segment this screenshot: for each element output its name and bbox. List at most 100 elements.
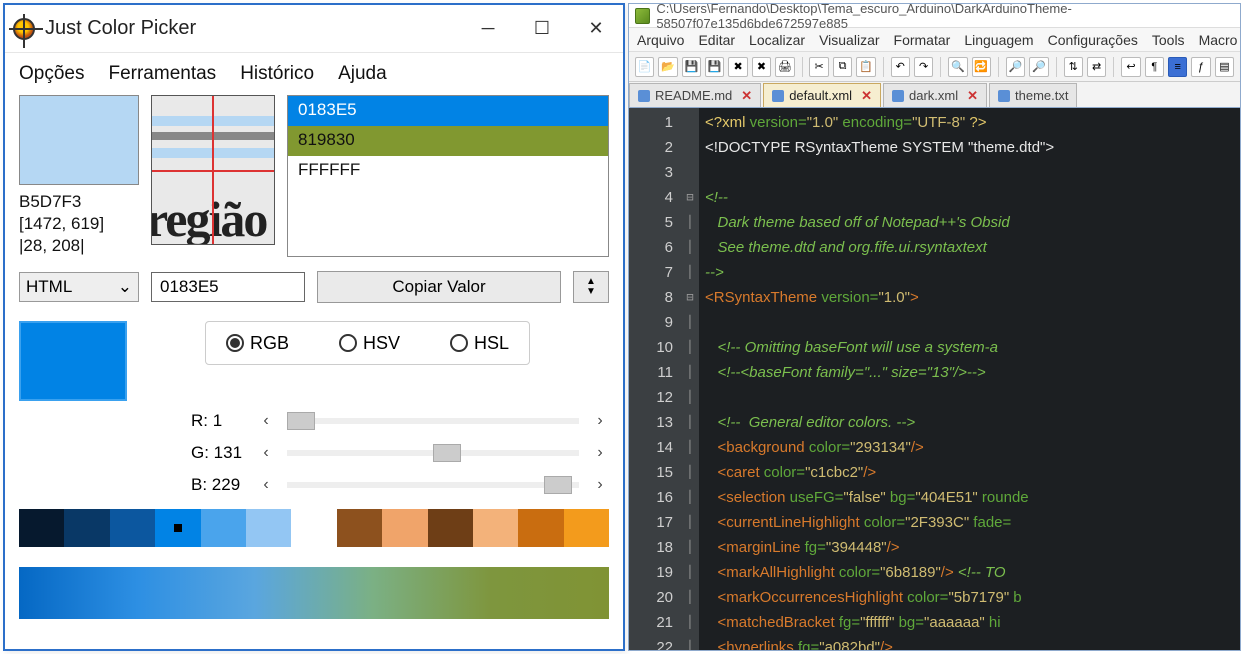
menu-ferramentas[interactable]: Ferramentas [108,63,216,85]
npp-tab[interactable]: default.xml✕ [763,83,881,107]
slider-r[interactable]: R: 1 ‹ › [191,405,609,437]
close-tab-icon[interactable]: ✕ [861,88,872,104]
color-swatch [19,95,139,185]
jcp-menubar: Opções Ferramentas Histórico Ajuda [5,53,623,95]
strip-color[interactable] [64,509,109,547]
format-select[interactable]: HTML ⌄ [19,272,139,302]
radio-hsv[interactable]: HSV [339,333,400,354]
line-gutter: 1234567891011121314151617181920212223 [629,108,681,650]
sync-h-icon[interactable]: ⇄ [1087,57,1106,77]
npp-menu-item[interactable]: Editar [698,32,735,48]
radio-rgb[interactable]: RGB [226,333,289,354]
hex-input[interactable] [151,272,305,302]
npp-menu-item[interactable]: Localizar [749,32,805,48]
undo-icon[interactable]: ↶ [891,57,910,77]
close-tab-icon[interactable]: ✕ [741,88,752,104]
open-icon[interactable]: 📂 [658,57,677,77]
strip-color[interactable] [110,509,155,547]
jcp-title: Just Color Picker [45,17,475,40]
copy-icon[interactable]: ⧉ [833,57,852,77]
sync-v-icon[interactable]: ⇅ [1064,57,1083,77]
strip-color[interactable] [155,509,200,547]
close-tab-icon[interactable]: ✕ [967,88,978,104]
npp-editor[interactable]: 1234567891011121314151617181920212223 ⊟│… [629,108,1240,650]
find-icon[interactable]: 🔍 [948,57,967,77]
wrap-icon[interactable]: ↩ [1121,57,1140,77]
menu-ajuda[interactable]: Ajuda [338,63,387,85]
radio-hsl[interactable]: HSL [450,333,509,354]
strip-color[interactable] [518,509,563,547]
close-all-icon[interactable]: ✖ [752,57,771,77]
redo-icon[interactable]: ↷ [914,57,933,77]
close-button[interactable]: ✕ [583,16,609,42]
save-icon[interactable]: 💾 [682,57,701,77]
zoom-out-icon[interactable]: 🔎 [1029,57,1048,77]
strip-color[interactable] [201,509,246,547]
fold-gutter[interactable]: ⊟│││⊟││││││││││││││⊟ [681,108,699,650]
jcp-window: Just Color Picker ─ ☐ ✕ Opções Ferrament… [3,3,625,651]
cut-icon[interactable]: ✂ [809,57,828,77]
color-strip[interactable] [19,509,609,547]
jcp-titlebar: Just Color Picker ─ ☐ ✕ [5,5,623,53]
show-all-icon[interactable]: ¶ [1145,57,1164,77]
save-all-icon[interactable]: 💾 [705,57,724,77]
minimize-button[interactable]: ─ [475,16,501,42]
arrow-right-icon[interactable]: › [591,412,609,430]
npp-titlebar: C:\Users\Fernando\Desktop\Tema_escuro_Ar… [629,4,1240,28]
chevron-down-icon: ⌄ [118,277,132,297]
npp-menu-item[interactable]: Tools [1152,32,1185,48]
copy-button[interactable]: Copiar Valor [317,271,561,303]
npp-tab[interactable]: README.md✕ [629,83,761,107]
new-file-icon[interactable]: 📄 [635,57,654,77]
print-icon[interactable]: 🖨 [775,57,794,77]
npp-menu-item[interactable]: Configurações [1048,32,1138,48]
history-list[interactable]: 0183E5 819830 FFFFFF [287,95,609,257]
strip-color[interactable] [337,509,382,547]
doc-map-icon[interactable]: ▤ [1215,57,1234,77]
arrow-right-icon[interactable]: › [591,476,609,494]
current-color-block: B5D7F3 [1472, 619] |28, 208| [19,95,139,257]
strip-color[interactable] [428,509,473,547]
swatch-offset: |28, 208| [19,235,139,257]
zoom-text: região [151,194,266,244]
maximize-button[interactable]: ☐ [529,16,555,42]
func-list-icon[interactable]: ƒ [1191,57,1210,77]
npp-menu-item[interactable]: Linguagem [964,32,1033,48]
spin-button[interactable]: ▲▼ [573,271,609,303]
history-item[interactable]: 819830 [288,126,608,156]
strip-color[interactable] [19,509,64,547]
gradient-bar[interactable] [19,567,609,619]
color-mode-radios: RGB HSV HSL [205,321,530,365]
slider-g[interactable]: G: 131 ‹ › [191,437,609,469]
close-file-icon[interactable]: ✖ [728,57,747,77]
slider-b[interactable]: B: 229 ‹ › [191,469,609,501]
strip-color[interactable] [564,509,609,547]
zoom-in-icon[interactable]: 🔎 [1006,57,1025,77]
npp-tabs: README.md✕default.xml✕dark.xml✕theme.txt [629,82,1240,108]
npp-logo-icon [635,8,650,24]
arrow-right-icon[interactable]: › [591,444,609,462]
code-area[interactable]: <?xml version="1.0" encoding="UTF-8" ?> … [699,108,1240,650]
npp-menu-item[interactable]: Macro [1199,32,1238,48]
strip-color[interactable] [246,509,291,547]
npp-path: C:\Users\Fernando\Desktop\Tema_escuro_Ar… [656,3,1234,31]
arrow-left-icon[interactable]: ‹ [257,444,275,462]
npp-tab[interactable]: theme.txt [989,83,1077,107]
history-item[interactable]: FFFFFF [288,156,608,186]
arrow-left-icon[interactable]: ‹ [257,476,275,494]
npp-tab[interactable]: dark.xml✕ [883,83,987,107]
history-item[interactable]: 0183E5 [288,96,608,126]
strip-color[interactable] [382,509,427,547]
npp-menu-item[interactable]: Arquivo [637,32,684,48]
indent-guide-icon[interactable]: ≡ [1168,57,1187,77]
menu-opcoes[interactable]: Opções [19,63,84,85]
npp-menu-item[interactable]: Visualizar [819,32,879,48]
strip-color[interactable] [291,509,336,547]
menu-historico[interactable]: Histórico [240,63,314,85]
strip-color[interactable] [473,509,518,547]
paste-icon[interactable]: 📋 [856,57,875,77]
arrow-left-icon[interactable]: ‹ [257,412,275,430]
replace-icon[interactable]: 🔁 [972,57,991,77]
npp-menu-item[interactable]: Formatar [894,32,951,48]
file-icon [772,90,784,102]
